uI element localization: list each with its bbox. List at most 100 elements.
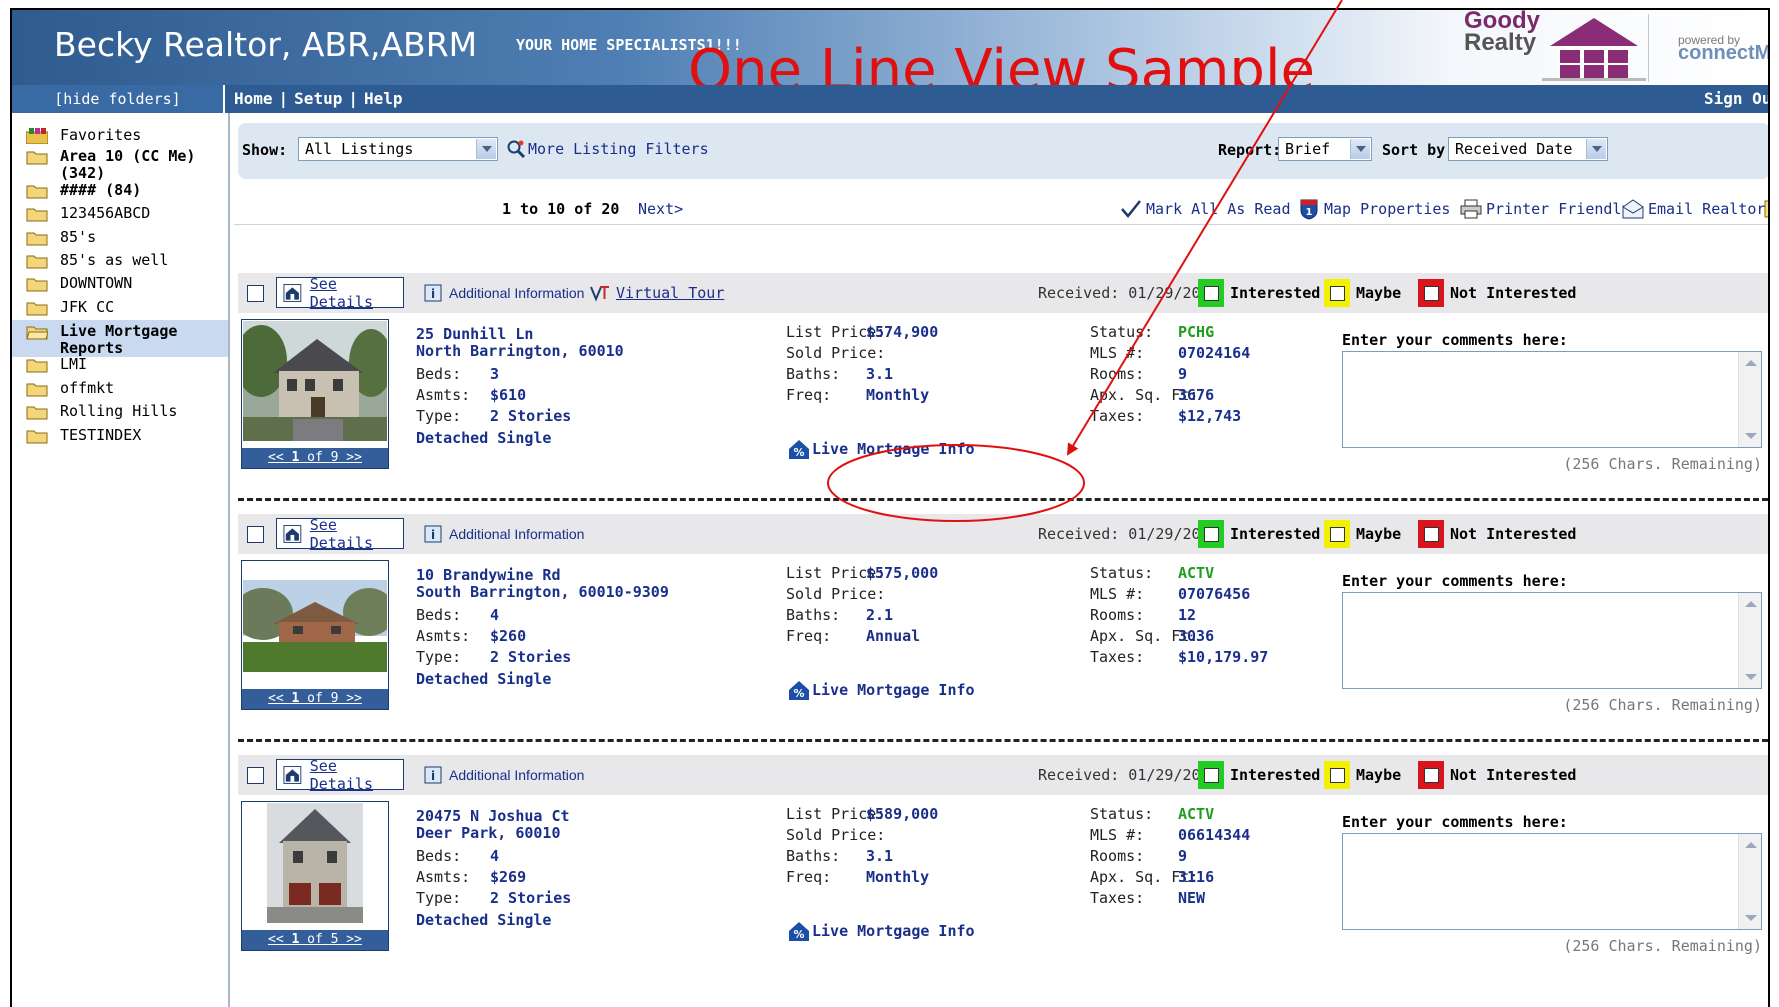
info-icon: i bbox=[424, 284, 442, 302]
folder-sidebar: Favorites Area 10 (CC Me) (342) #### (84)… bbox=[12, 113, 230, 1007]
listing-toolbar: See Details i Additional Information Rec… bbox=[238, 514, 1768, 554]
listing-street[interactable]: 10 Brandywine Rd bbox=[416, 566, 561, 584]
see-details-button[interactable]: See Details bbox=[276, 757, 404, 793]
sidebar-item-rolling-hills[interactable]: Rolling Hills bbox=[26, 403, 177, 420]
folder-open-icon bbox=[26, 326, 48, 340]
interested-toggle[interactable]: Interested bbox=[1198, 277, 1320, 309]
nav-setup[interactable]: Setup bbox=[294, 89, 342, 108]
comments-textarea[interactable] bbox=[1342, 351, 1762, 448]
results-range: 1 to 10 of 20 bbox=[502, 200, 620, 218]
photo-pager[interactable]: << 1 of 9 >> bbox=[242, 448, 388, 468]
sidebar-item-123456abcd[interactable]: 123456ABCD bbox=[26, 205, 150, 222]
type-value: 2 Stories bbox=[490, 889, 572, 907]
asmts-value: $610 bbox=[490, 386, 527, 404]
comments-scrollbar[interactable] bbox=[1738, 593, 1761, 688]
sidebar-item-85s-as-well[interactable]: 85's as well bbox=[26, 252, 168, 269]
sidebar-item-hash[interactable]: #### (84) bbox=[26, 182, 141, 199]
sort-by-select[interactable]: Received Date bbox=[1448, 137, 1608, 161]
goody-realty-logo: Goody Realty bbox=[1456, 10, 1652, 85]
live-mortgage-info-link[interactable]: % Live Mortgage Info bbox=[788, 920, 975, 942]
list-price-value: $589,000 bbox=[866, 805, 939, 823]
interested-toggle[interactable]: Interested bbox=[1198, 518, 1320, 550]
see-details-button[interactable]: See Details bbox=[276, 516, 404, 552]
svg-text:i: i bbox=[431, 769, 435, 783]
map-shield-icon: 1 bbox=[1300, 199, 1318, 220]
listing-street[interactable]: 20475 N Joshua Ct bbox=[416, 807, 570, 825]
additional-information-link[interactable]: i Additional Information bbox=[424, 273, 584, 313]
listing-street[interactable]: 25 Dunhill Ln bbox=[416, 325, 533, 343]
sidebar-item-favorites[interactable]: Favorites bbox=[26, 127, 141, 144]
printer-friendly-link[interactable]: Printer Friendly bbox=[1460, 193, 1631, 225]
chars-remaining: (256 Chars. Remaining) bbox=[1563, 455, 1762, 473]
not-interested-toggle[interactable]: Not Interested bbox=[1418, 277, 1576, 309]
listing-city[interactable]: Deer Park, 60010 bbox=[416, 824, 561, 842]
type-value: 2 Stories bbox=[490, 407, 572, 425]
email-realtor-link[interactable]: Email Realtor bbox=[1622, 193, 1765, 225]
see-details-button[interactable]: See Details bbox=[276, 275, 404, 311]
nav-home[interactable]: Home bbox=[234, 89, 273, 108]
maybe-toggle[interactable]: Maybe bbox=[1324, 277, 1401, 309]
house-icon bbox=[283, 283, 302, 302]
listing-select-checkbox[interactable] bbox=[247, 526, 264, 543]
maybe-toggle[interactable]: Maybe bbox=[1324, 759, 1401, 791]
map-properties-link[interactable]: 1 Map Properties bbox=[1298, 193, 1450, 225]
not-interested-toggle[interactable]: Not Interested bbox=[1418, 759, 1576, 791]
report-select[interactable]: Brief bbox=[1278, 137, 1372, 161]
not-interested-toggle[interactable]: Not Interested bbox=[1418, 518, 1576, 550]
style-value: Detached Single bbox=[416, 670, 552, 688]
sidebar-item-downtown[interactable]: DOWNTOWN bbox=[26, 275, 132, 292]
baths-value: 3.1 bbox=[866, 847, 894, 865]
next-page-link[interactable]: Next> bbox=[638, 193, 683, 225]
additional-information-link[interactable]: i Additional Information bbox=[424, 755, 584, 795]
svg-text:%: % bbox=[793, 687, 804, 700]
printer-icon bbox=[1460, 199, 1482, 219]
extra-icon[interactable] bbox=[1764, 193, 1768, 225]
live-mortgage-info-link[interactable]: % Live Mortgage Info bbox=[788, 679, 975, 701]
comments-label: Enter your comments here: bbox=[1342, 331, 1568, 349]
additional-information-link[interactable]: i Additional Information bbox=[424, 514, 584, 554]
comments-scrollbar[interactable] bbox=[1738, 352, 1761, 447]
house-logo-icon bbox=[1542, 18, 1646, 81]
more-listing-filters-link[interactable]: More Listing Filters bbox=[506, 139, 709, 159]
sidebar-item-offmkt[interactable]: offmkt bbox=[26, 380, 114, 397]
listing-row: See Details i Additional Information Vir… bbox=[238, 273, 1768, 486]
photo-pager[interactable]: << 1 of 9 >> bbox=[242, 689, 388, 709]
style-value: Detached Single bbox=[416, 429, 552, 447]
folder-icon bbox=[26, 406, 48, 420]
mortgage-percent-icon: % bbox=[789, 681, 809, 700]
comments-label: Enter your comments here: bbox=[1342, 572, 1568, 590]
folder-icon bbox=[26, 232, 48, 246]
nav-help[interactable]: Help bbox=[364, 89, 403, 108]
comments-textarea[interactable] bbox=[1342, 592, 1762, 689]
listing-city[interactable]: North Barrington, 60010 bbox=[416, 342, 624, 360]
virtual-tour-link[interactable]: Virtual Tour bbox=[590, 273, 724, 313]
sidebar-item-live-mortgage-reports[interactable]: Live Mortgage Reports bbox=[12, 320, 228, 357]
comments-scrollbar[interactable] bbox=[1738, 834, 1761, 929]
listing-city[interactable]: South Barrington, 60010-9309 bbox=[416, 583, 669, 601]
interested-toggle[interactable]: Interested bbox=[1198, 759, 1320, 791]
live-mortgage-info-link[interactable]: % Live Mortgage Info bbox=[788, 438, 975, 460]
sidebar-item-jfk-cc[interactable]: JFK CC bbox=[26, 299, 114, 316]
connectmls-brand: connectMLS bbox=[1678, 42, 1770, 64]
listing-select-checkbox[interactable] bbox=[247, 285, 264, 302]
sidebar-item-lmi[interactable]: LMI bbox=[26, 356, 87, 373]
listing-select-checkbox[interactable] bbox=[247, 767, 264, 784]
listing-toolbar: See Details i Additional Information Vir… bbox=[238, 273, 1768, 313]
rooms-value: 9 bbox=[1178, 847, 1188, 865]
mark-all-read-link[interactable]: Mark All As Read bbox=[1120, 193, 1291, 225]
listing-photo[interactable]: << 1 of 9 >> bbox=[241, 560, 389, 710]
svg-text:%: % bbox=[793, 446, 804, 459]
sidebar-item-area-10[interactable]: Area 10 (CC Me) (342) bbox=[26, 148, 195, 182]
maybe-toggle[interactable]: Maybe bbox=[1324, 518, 1401, 550]
sign-out-link[interactable]: Sign Out bbox=[1704, 85, 1768, 113]
show-select[interactable]: All Listings bbox=[298, 137, 498, 161]
hide-folders-link[interactable]: [hide folders] bbox=[12, 85, 225, 113]
listing-photo[interactable]: << 1 of 5 >> bbox=[241, 801, 389, 951]
baths-value: 3.1 bbox=[866, 365, 894, 383]
paging-bar: 1 to 10 of 20 Next> Mark All As Read 1 M… bbox=[234, 193, 1768, 225]
comments-textarea[interactable] bbox=[1342, 833, 1762, 930]
photo-pager[interactable]: << 1 of 5 >> bbox=[242, 930, 388, 950]
sidebar-item-testindex[interactable]: TESTINDEX bbox=[26, 427, 141, 444]
sidebar-item-85s[interactable]: 85's bbox=[26, 229, 96, 246]
listing-photo[interactable]: << 1 of 9 >> bbox=[241, 319, 389, 469]
